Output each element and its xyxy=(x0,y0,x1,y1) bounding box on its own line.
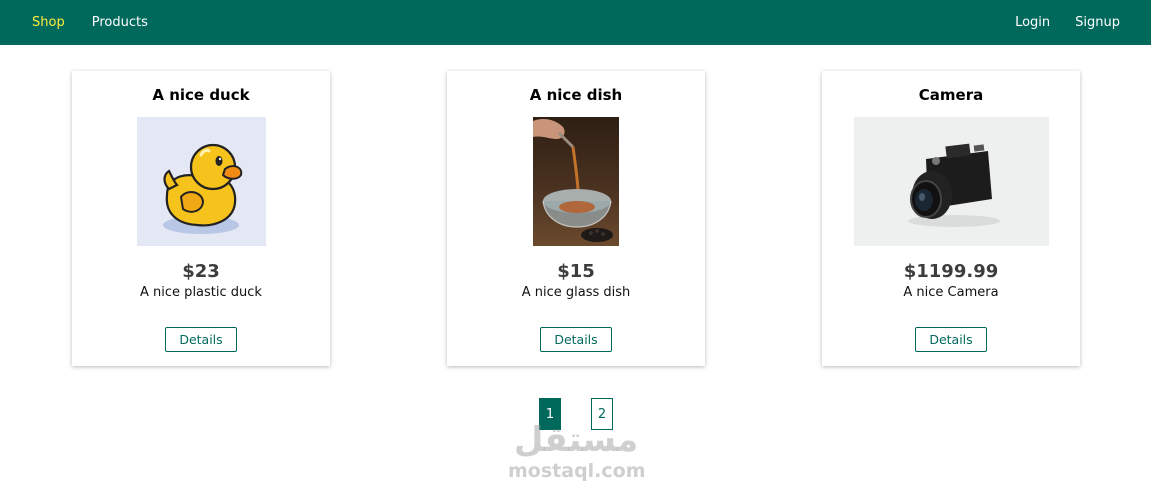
nav-link-login[interactable]: Login xyxy=(1015,15,1050,30)
product-card: A nice duck $23 A nice plastic duck Deta… xyxy=(72,71,330,366)
product-description: A nice plastic duck xyxy=(140,285,262,300)
product-price: $15 xyxy=(557,261,595,282)
watermark-latin-text: mostaql.com xyxy=(508,460,646,482)
nav-left: Shop Products xyxy=(32,15,148,30)
product-title: A nice duck xyxy=(152,86,250,104)
nav-link-signup[interactable]: Signup xyxy=(1075,15,1120,30)
product-price: $1199.99 xyxy=(903,261,999,282)
watermark-arabic-text: مستقل xyxy=(513,420,639,460)
details-button[interactable]: Details xyxy=(915,327,987,352)
duck-image xyxy=(136,117,266,246)
nav-right: Login Signup xyxy=(1015,15,1120,30)
nav-link-shop[interactable]: Shop xyxy=(32,15,65,30)
details-button[interactable]: Details xyxy=(540,327,612,352)
product-title: Camera xyxy=(918,86,984,104)
dish-photo xyxy=(533,117,619,246)
top-navbar: Shop Products Login Signup xyxy=(0,0,1151,45)
product-title: A nice dish xyxy=(529,86,623,104)
details-button[interactable]: Details xyxy=(165,327,237,352)
watermark: مستقل mostaql.com xyxy=(508,420,646,486)
product-card: Camera $1199.99 A nice Camera Details xyxy=(822,71,1080,366)
product-card: A nice dish $15 A nice glass dish Detail… xyxy=(447,71,705,366)
nav-link-products[interactable]: Products xyxy=(92,15,148,30)
camera-photo xyxy=(853,117,1049,246)
product-description: A nice Camera xyxy=(903,285,999,300)
product-description: A nice glass dish xyxy=(521,285,631,300)
product-price: $23 xyxy=(182,261,220,282)
